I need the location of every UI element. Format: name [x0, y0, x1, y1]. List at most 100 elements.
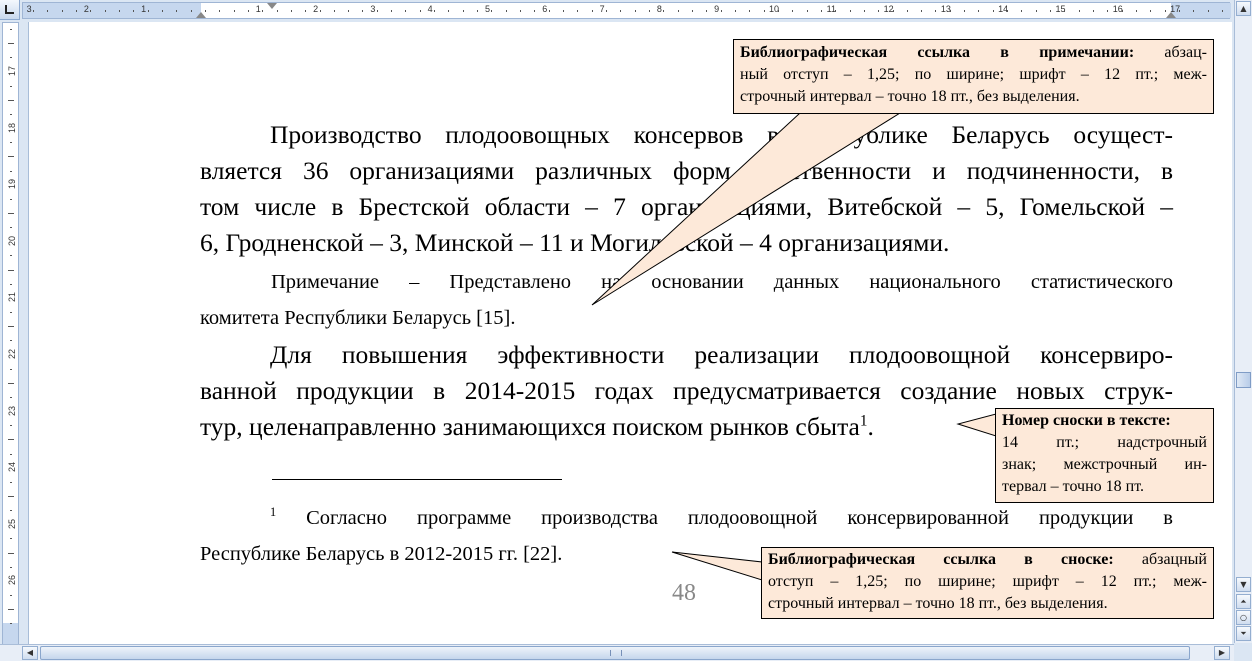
footnote-text: Согласно программе производства плодоово…	[306, 507, 1173, 529]
ruler-tick	[8, 552, 14, 554]
scroll-left-button[interactable]: ◀	[22, 646, 38, 660]
previous-page-button[interactable]: ⏶	[1236, 594, 1251, 609]
paragraph-1: Производство плодоовощных консервов в Ре…	[200, 117, 1173, 261]
scroll-up-button[interactable]: ▲	[1236, 1, 1251, 16]
callout-heading-text: Номер сноски в тексте:	[1002, 412, 1171, 429]
callout-heading: Библиографическая ссылка в примечании:	[740, 44, 1135, 61]
vertical-scroll-thumb[interactable]	[1236, 372, 1251, 388]
callout-heading: Номер сноски в тексте:	[1002, 410, 1207, 432]
ruler-tick	[8, 439, 14, 441]
ruler-tick	[448, 10, 450, 12]
ruler-left-margin	[23, 3, 201, 18]
ruler-tick	[362, 10, 364, 12]
ruler-tick	[505, 10, 507, 12]
ruler-number: 2	[83, 4, 89, 14]
ruler-tick	[10, 198, 12, 200]
vertical-ruler[interactable]: 17 18 19 20 21 22 23 24 25 26	[2, 22, 19, 645]
ruler-tick	[634, 10, 636, 12]
ruler-tick	[147, 10, 149, 12]
callout-line: Библиографическая ссылка в сноске: абзац…	[768, 549, 1207, 571]
ruler-tick	[663, 10, 665, 12]
callout-text: абзац-	[1134, 44, 1207, 61]
ruler-tick	[90, 10, 92, 12]
ruler-number: 21	[7, 292, 17, 303]
ruler-tick	[233, 10, 235, 12]
ruler-tick	[247, 10, 249, 12]
ruler-number: 17	[7, 66, 17, 77]
ruler-tick	[305, 10, 307, 12]
ruler-tick	[935, 10, 937, 12]
callout-line: тервал – точно 18 пт.	[1002, 478, 1144, 495]
ruler-tick	[290, 10, 292, 12]
ruler-tick	[706, 10, 708, 12]
ruler-tick	[8, 326, 14, 328]
ruler-tick	[47, 10, 49, 12]
callout-note-reference[interactable]: Библиографическая ссылка в примечании: а…	[733, 39, 1214, 114]
ruler-number: 11	[826, 4, 836, 14]
ruler-tick	[176, 10, 178, 12]
ruler-bottom-margin	[3, 623, 18, 645]
ruler-tick	[1078, 10, 1080, 12]
ruler-number: 19	[7, 179, 17, 190]
ruler-number: 15	[1055, 4, 1066, 14]
ruler-tick	[8, 269, 14, 271]
left-tab-icon	[5, 5, 14, 14]
ruler-tick	[1050, 10, 1052, 12]
ruler-tick	[10, 481, 12, 483]
ruler-tick	[462, 10, 464, 12]
ruler-number: 13	[940, 4, 951, 14]
horizontal-scroll-thumb[interactable]	[40, 646, 1190, 660]
ruler-number: 1	[141, 4, 147, 14]
horizontal-ruler[interactable]: 3 2 1 1 2 3 4 5 6 7 8 9 10 11 12 13 14 15 16 17	[22, 2, 1231, 19]
ruler-tick	[648, 10, 650, 12]
ruler-tick	[8, 99, 14, 101]
callout-footnote-reference[interactable]: Библиографическая ссылка в сноске: абзац…	[761, 547, 1214, 619]
ruler-number: 7	[599, 4, 605, 14]
next-page-button[interactable]: ⏷	[1236, 626, 1251, 641]
ruler-tick	[10, 453, 12, 455]
ruler-tick	[10, 425, 12, 427]
ruler-tick	[606, 10, 607, 12]
ruler-tick	[118, 10, 120, 12]
ruler-number: 26	[7, 575, 17, 586]
ruler-tick	[10, 142, 12, 144]
callout-footnote-mark[interactable]: Номер сноски в тексте: 14 пт.; надстрочн…	[995, 408, 1214, 503]
vertical-scrollbar[interactable]: ▲ ▼ ⏶ ○ ⏷	[1234, 0, 1252, 643]
ruler-number: 20	[7, 235, 17, 246]
ruler-tick	[405, 10, 407, 12]
ruler-tick	[133, 10, 135, 12]
right-indent-marker[interactable]	[1166, 12, 1176, 18]
ruler-tick	[1035, 10, 1037, 12]
ruler-tick	[219, 10, 221, 12]
ruler-tick	[161, 10, 163, 12]
ruler-tick	[8, 43, 14, 45]
horizontal-scrollbar[interactable]: ◀ ▶	[0, 644, 1234, 661]
ruler-tick	[806, 10, 808, 12]
callout-line: строчный интервал – точно 18 пт., без вы…	[740, 88, 1080, 105]
ruler-tick	[1136, 10, 1138, 12]
text-line: Примечание – Представлено на основании д…	[271, 271, 1173, 293]
ruler-tick	[376, 10, 378, 12]
ruler-tick	[978, 10, 980, 12]
ruler-tick	[1107, 10, 1109, 12]
ruler-tick	[75, 10, 77, 12]
ruler-tick	[849, 10, 851, 12]
text-line: вляется 36 организациями различных форм …	[200, 156, 1173, 185]
scroll-right-button[interactable]: ▶	[1214, 646, 1230, 660]
browse-object-button[interactable]: ○	[1236, 610, 1251, 625]
ruler-tick	[964, 10, 966, 12]
ruler-tick	[8, 382, 14, 384]
ruler-tick	[333, 10, 335, 12]
scroll-down-button[interactable]: ▼	[1236, 577, 1251, 592]
ruler-tick	[720, 10, 722, 12]
hanging-indent-marker[interactable]	[196, 12, 206, 18]
ruler-tick	[491, 10, 493, 12]
ruler-tick	[777, 10, 779, 12]
first-line-indent-marker[interactable]	[267, 3, 277, 9]
ruler-number: 22	[7, 349, 17, 360]
tab-selector-button[interactable]	[0, 0, 20, 20]
callout-line: 14 пт.; надстрочный	[1002, 434, 1207, 451]
ruler-tick	[477, 10, 479, 12]
text-line: 1 Согласно программе производства плодоо…	[200, 500, 1173, 536]
footnote-reference-mark[interactable]: 1	[860, 413, 868, 430]
